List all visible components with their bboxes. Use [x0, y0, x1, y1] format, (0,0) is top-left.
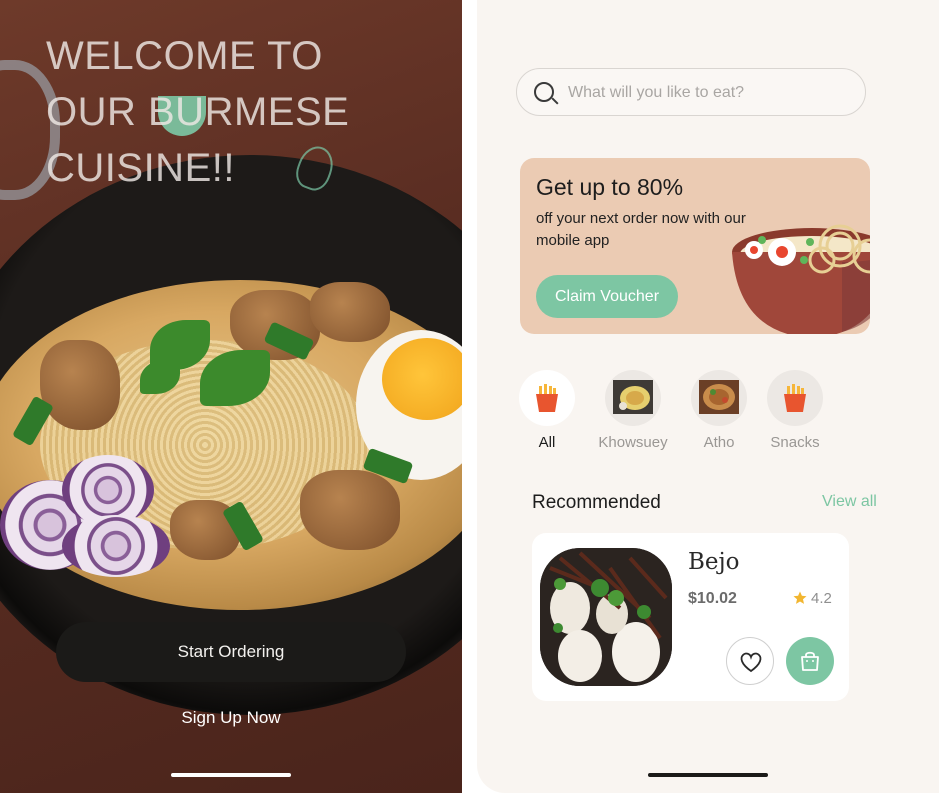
fries-icon — [784, 384, 806, 412]
category-snacks[interactable]: Snacks — [750, 370, 840, 451]
favorite-button[interactable] — [726, 637, 774, 685]
food-card-photo — [540, 548, 672, 686]
food-rating: 4.2 — [811, 590, 832, 607]
food-photo-yolk — [382, 338, 462, 420]
food-card[interactable]: Bejo $10.02 4.2 — [532, 533, 849, 701]
view-all-link[interactable]: View all — [822, 493, 877, 511]
promo-title: Get up to 80% — [536, 174, 684, 200]
category-icon-circle — [767, 370, 823, 426]
home-indicator[interactable] — [171, 773, 291, 777]
home-screen: Get up to 80% off your next order now wi… — [477, 0, 939, 793]
headline-line: WELCOME TO — [46, 34, 323, 78]
category-label: Snacks — [770, 434, 820, 451]
food-photo-meat — [310, 282, 390, 342]
shopping-bag-icon — [801, 651, 819, 671]
promo-banner: Get up to 80% off your next order now wi… — [520, 158, 870, 334]
claim-voucher-button[interactable]: Claim Voucher — [536, 275, 678, 318]
start-ordering-button[interactable]: Start Ordering — [56, 622, 406, 682]
food-photo-meat — [300, 470, 400, 550]
add-to-cart-button[interactable] — [786, 637, 834, 685]
screens-canvas: WELCOME TO OUR BURMESE CUISINE!! Start O… — [0, 0, 939, 793]
category-label: All — [538, 434, 556, 451]
search-icon — [534, 82, 554, 102]
food-photo-meat — [40, 340, 120, 430]
khowsuey-thumbnail — [613, 380, 653, 414]
promo-subtitle: off your next order now with our mobile … — [536, 210, 746, 249]
search-input[interactable] — [568, 81, 848, 105]
star-icon — [793, 591, 807, 604]
heart-icon — [740, 652, 762, 673]
recommended-heading: Recommended — [532, 492, 661, 513]
category-icon-circle — [519, 370, 575, 426]
search-bar[interactable] — [516, 68, 866, 116]
category-khowsuey[interactable]: Khowsuey — [588, 370, 678, 451]
food-photo-onion — [62, 515, 170, 577]
bejo-photo — [540, 548, 672, 686]
home-indicator[interactable] — [648, 773, 768, 777]
fries-icon — [536, 384, 558, 412]
noodle-bowl-illustration — [732, 224, 870, 334]
sign-up-link[interactable]: Sign Up Now — [56, 708, 406, 728]
welcome-headline: WELCOME TO OUR BURMESE CUISINE!! — [46, 28, 366, 196]
category-icon-circle — [691, 370, 747, 426]
category-icon-circle — [605, 370, 661, 426]
category-label: Khowsuey — [598, 434, 668, 451]
atho-thumbnail — [699, 380, 739, 414]
food-price: $10.02 — [688, 590, 737, 607]
headline-line: CUISINE!! — [46, 146, 235, 190]
welcome-screen: WELCOME TO OUR BURMESE CUISINE!! Start O… — [0, 0, 462, 793]
food-name: Bejo — [688, 549, 740, 575]
headline-line: OUR BURMESE — [46, 90, 350, 134]
category-all[interactable]: All — [502, 370, 592, 451]
